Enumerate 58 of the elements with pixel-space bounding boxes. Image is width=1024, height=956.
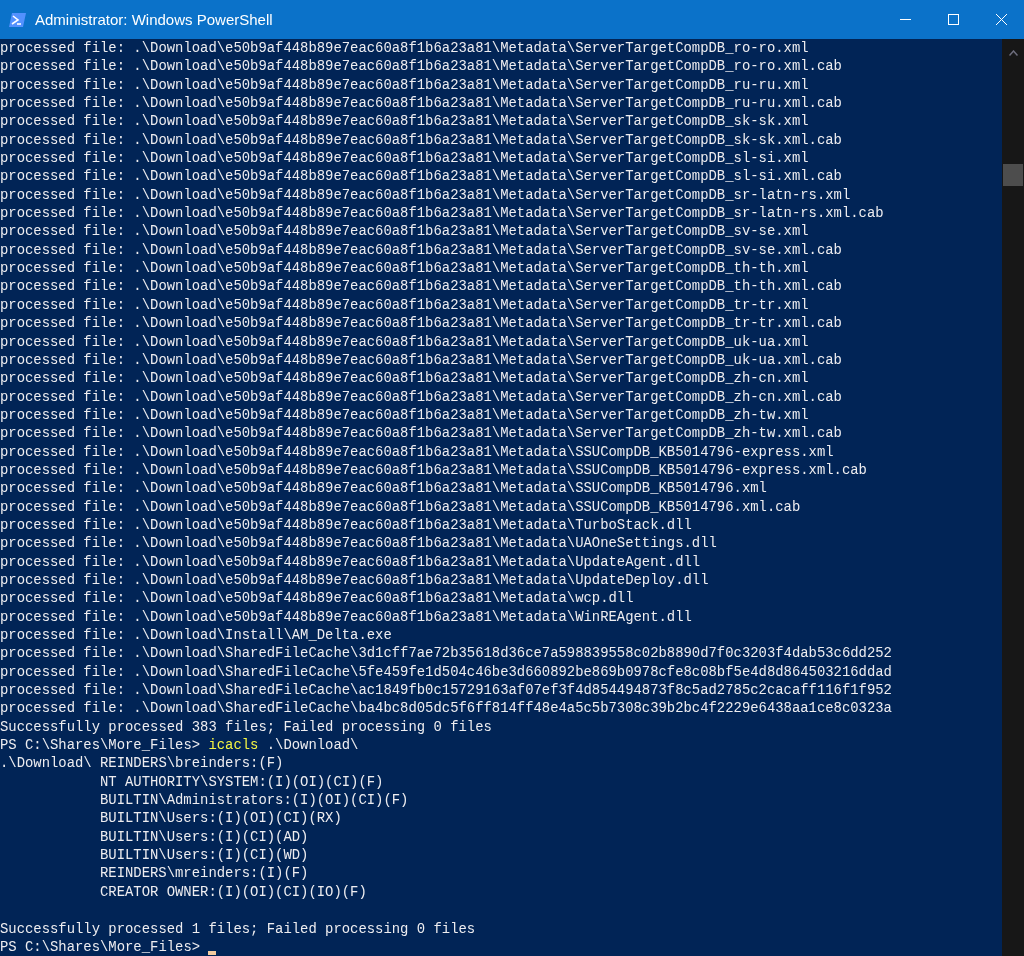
console-line: processed file: .\Download\SharedFileCache\3d1cff7ae72b35618d36ce7a598839558c02b8890d7f0c3203f4dab53c6dd252	[0, 644, 893, 663]
console-line: processed file: .\Download\e50b9af448b89e7eac60a8f1b6a23a81\Metadata\ServerTargetCompDB_th-th.xml.cab	[0, 277, 843, 296]
console-line: processed file: .\Download\e50b9af448b89e7eac60a8f1b6a23a81\Metadata\ServerTargetCompDB_th-th.xml	[0, 259, 810, 278]
console-line: processed file: .\Download\e50b9af448b89e7eac60a8f1b6a23a81\Metadata\ServerTargetCompDB_ru-ru.xml.cab	[0, 94, 843, 113]
console-line: processed file: .\Download\e50b9af448b89e7eac60a8f1b6a23a81\Metadata\ServerTargetCompDB_uk-ua.xml.cab	[0, 350, 843, 370]
console-line: processed file: .\Download\e50b9af448b89e7eac60a8f1b6a23a81\Metadata\WinREAgent.dll	[0, 607, 693, 626]
console-line: processed file: .\Download\e50b9af448b89e7eac60a8f1b6a23a81\Metadata\ServerTargetCompDB_zh-tw.xml	[0, 405, 810, 425]
console-line: processed file: .\Download\e50b9af448b89e7eac60a8f1b6a23a81\Metadata\UAOneSettings.dll	[0, 534, 718, 553]
console-line: processed file: .\Download\e50b9af448b89e7eac60a8f1b6a23a81\Metadata\ServerTargetCompDB_tr-tr.xml	[0, 295, 810, 315]
powershell-icon	[9, 11, 27, 28]
console-line: processed file: .\Download\SharedFileCache\ac1849fb0c15729163af07ef3f4d854494873f8c5ad2785c2cacaff116f1f952	[0, 681, 893, 700]
console-line: processed file: .\Download\e50b9af448b89e7eac60a8f1b6a23a81\Metadata\ServerTargetCompDB_tr-tr.xml.cab	[0, 314, 843, 333]
console-line: processed file: .\Download\e50b9af448b89e7eac60a8f1b6a23a81\Metadata\SSUCompDB_KB5014796-express.xml	[0, 442, 835, 461]
console-line: processed file: .\Download\SharedFileCache\5fe459fe1d504c46be3d660892be869b0978cfe8c08bf5e4d8d864503216ddad	[0, 662, 893, 682]
console-line: processed file: .\Download\e50b9af448b89e7eac60a8f1b6a23a81\Metadata\ServerTargetCompDB_sl-si.xml	[0, 149, 810, 168]
console-line: Successfully processed 383 files; Failed processing 0 files	[0, 717, 493, 737]
console-line: processed file: .\Download\e50b9af448b89e7eac60a8f1b6a23a81\Metadata\ServerTargetCompDB_ro-ro.xml	[0, 39, 810, 58]
console-line: processed file: .\Download\e50b9af448b89e7eac60a8f1b6a23a81\Metadata\SSUCompDB_KB5014796.xml.cab	[0, 497, 802, 516]
console-line: processed file: .\Download\e50b9af448b89e7eac60a8f1b6a23a81\Metadata\ServerTargetCompDB_ru-ru.xml	[0, 75, 810, 95]
console-line: processed file: .\Download\e50b9af448b89e7eac60a8f1b6a23a81\Metadata\ServerTargetCompDB_sr-latn-rs.xml.cab	[0, 204, 885, 223]
console-line: processed file: .\Download\e50b9af448b89e7eac60a8f1b6a23a81\Metadata\ServerTargetCompDB_sk-sk.xml	[0, 112, 810, 131]
console-line: processed file: .\Download\e50b9af448b89e7eac60a8f1b6a23a81\Metadata\ServerTargetCompDB_sr-latn-rs.xml	[0, 185, 852, 205]
console-line: processed file: .\Download\e50b9af448b89e7eac60a8f1b6a23a81\Metadata\TurboStack.dll	[0, 515, 693, 535]
console-line: BUILTIN\Users:(I)(CI)(WD)	[99, 846, 310, 865]
window-title: Administrator: Windows PowerShell	[35, 11, 273, 28]
console-line: BUILTIN\Administrators:(I)(OI)(CI)(F)	[99, 791, 410, 810]
console-line: processed file: .\Download\e50b9af448b89e7eac60a8f1b6a23a81\Metadata\SSUCompDB_KB5014796.xml	[0, 479, 768, 498]
console-line: BUILTIN\Users:(I)(CI)(AD)	[99, 827, 310, 847]
console-line: processed file: .\Download\e50b9af448b89e7eac60a8f1b6a23a81\Metadata\ServerTargetCompDB_sv-se.xml	[0, 222, 810, 241]
prompt-text: PS C:\Shares\More_Files>	[0, 736, 201, 755]
scrollbar-thumb[interactable]	[1003, 164, 1023, 186]
argument-text: .\Download\	[266, 736, 359, 755]
console-line: NT AUTHORITY\SYSTEM:(I)(OI)(CI)(F)	[99, 772, 385, 792]
console-line: processed file: .\Download\e50b9af448b89e7eac60a8f1b6a23a81\Metadata\SSUCompDB_KB5014796-express.xml.cab	[0, 460, 868, 480]
text-cursor	[208, 951, 217, 956]
scrollbar[interactable]	[1002, 39, 1024, 956]
console-line: processed file: .\Download\e50b9af448b89e7eac60a8f1b6a23a81\Metadata\UpdateAgent.dll	[0, 552, 702, 571]
maximize-icon	[947, 14, 959, 25]
console-line: processed file: .\Download\e50b9af448b89e7eac60a8f1b6a23a81\Metadata\ServerTargetCompDB_ro-ro.xml.cab	[0, 57, 843, 76]
close-icon	[995, 14, 1007, 25]
console-line: processed file: .\Download\e50b9af448b89e7eac60a8f1b6a23a81\Metadata\ServerTargetCompDB_sv-se.xml.cab	[0, 240, 843, 260]
console-line: processed file: .\Download\e50b9af448b89e7eac60a8f1b6a23a81\Metadata\ServerTargetCompDB_zh-cn.xml	[0, 369, 810, 388]
console-line: processed file: .\Download\e50b9af448b89e7eac60a8f1b6a23a81\Metadata\ServerTargetCompDB_zh-tw.xml.cab	[0, 424, 843, 443]
console-line: processed file: .\Download\e50b9af448b89e7eac60a8f1b6a23a81\Metadata\wcp.dll	[0, 589, 635, 608]
command-text: icacls	[208, 736, 259, 755]
prompt-text: PS C:\Shares\More_Files>	[0, 937, 201, 956]
console-line: processed file: .\Download\e50b9af448b89e7eac60a8f1b6a23a81\Metadata\UpdateDeploy.dll	[0, 570, 710, 590]
console-line: Successfully processed 1 files; Failed processing 0 files	[0, 919, 477, 938]
console-line: BUILTIN\Users:(I)(OI)(CI)(RX)	[99, 809, 343, 828]
console-line: processed file: .\Download\Install\AM_Delta.exe	[0, 626, 393, 645]
console-line: processed file: .\Download\e50b9af448b89e7eac60a8f1b6a23a81\Metadata\ServerTargetCompDB_sl-si.xml.cab	[0, 167, 843, 186]
console-line: processed file: .\Download\e50b9af448b89e7eac60a8f1b6a23a81\Metadata\ServerTargetCompDB_sk-sk.xml.cab	[0, 130, 843, 150]
console-line: processed file: .\Download\e50b9af448b89e7eac60a8f1b6a23a81\Metadata\ServerTargetCompDB_uk-ua.xml	[0, 332, 810, 351]
console-line: .\Download\ REINDERS\breinders:(F)	[0, 754, 285, 773]
console-line: REINDERS\mreinders:(I)(F)	[99, 864, 310, 883]
console-line: CREATOR OWNER:(I)(OI)(CI)(IO)(F)	[99, 882, 368, 902]
console-line: processed file: .\Download\e50b9af448b89e7eac60a8f1b6a23a81\Metadata\ServerTargetCompDB_zh-cn.xml.cab	[0, 387, 843, 406]
console-line: processed file: .\Download\SharedFileCache\ba4bc8d05dc5f6ff814ff48e4a5c5b7308c39b2bc4f2229e6438aa1ce8c0323a	[0, 699, 893, 718]
